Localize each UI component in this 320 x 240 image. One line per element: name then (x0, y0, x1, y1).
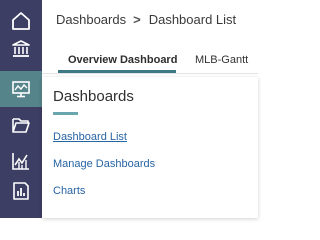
institution-icon (12, 40, 30, 57)
flyout-link-dashboard-list[interactable]: Dashboard List (53, 131, 127, 143)
tab-overview-dashboard[interactable]: Overview Dashboard (68, 54, 177, 66)
sidebar-item-folders[interactable] (0, 107, 42, 143)
flyout-link-charts[interactable]: Charts (53, 185, 85, 197)
sidebar-item-institution[interactable] (0, 31, 42, 67)
tab-mlb-gantt[interactable]: MLB-Gantt (195, 54, 248, 66)
line-chart-icon (12, 153, 29, 170)
dashboard-monitor-icon (12, 81, 30, 98)
breadcrumb: Dashboards > Dashboard List (56, 12, 236, 28)
tab-divider (42, 73, 258, 74)
breadcrumb-root[interactable]: Dashboards (56, 12, 126, 27)
breadcrumb-current: Dashboard List (148, 12, 237, 27)
sidebar-item-reports[interactable] (0, 173, 42, 209)
sidebar-item-dashboards[interactable] (0, 71, 42, 107)
sidebar (0, 0, 42, 218)
home-icon (12, 12, 30, 30)
breadcrumb-separator: > (133, 12, 141, 27)
flyout-title: Dashboards (53, 88, 134, 105)
folder-icon (12, 118, 30, 133)
flyout-link-manage-dashboards[interactable]: Manage Dashboards (53, 158, 155, 170)
dashboards-flyout-menu: Dashboards Dashboard List Manage Dashboa… (42, 77, 258, 218)
flyout-title-accent (53, 112, 78, 115)
report-icon (13, 182, 29, 200)
